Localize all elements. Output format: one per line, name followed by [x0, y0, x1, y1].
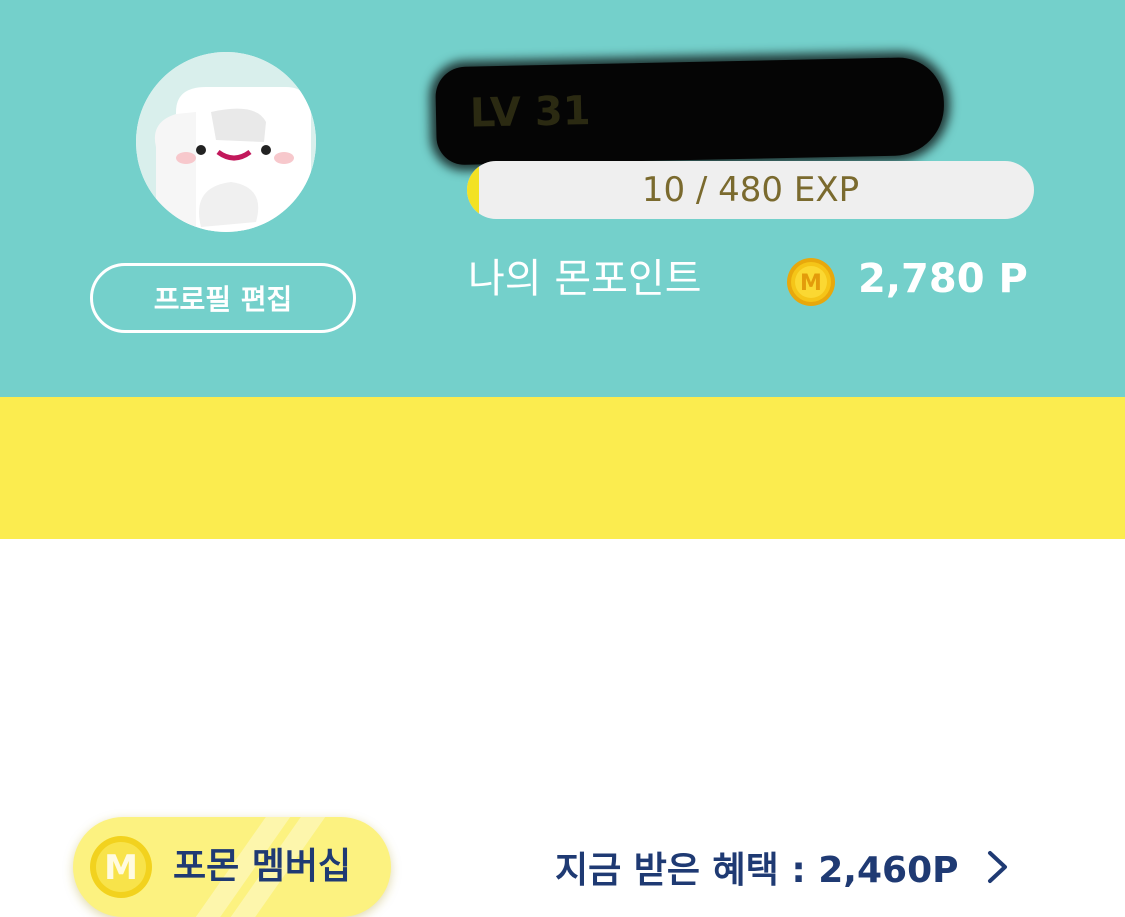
- benefit-link[interactable]: 지금 받은 혜택 : 2,460P: [555, 837, 1011, 897]
- m-coin-icon: M: [90, 836, 152, 898]
- svg-text:M: M: [800, 271, 822, 296]
- edit-profile-button[interactable]: 프로필 편집: [90, 263, 356, 333]
- edit-profile-label: 프로필 편집: [153, 283, 293, 316]
- my-points-value: 2,780 P: [858, 256, 1028, 302]
- membership-label: 포몬 멤버십: [173, 846, 352, 887]
- benefit-text: 지금 받은 혜택 : 2,460P: [555, 850, 959, 891]
- tooth-character-icon: [136, 52, 316, 232]
- username-redacted: LV 31: [435, 56, 945, 166]
- membership-banner: M 포몬 멤버십 지금 받은 혜택 : 2,460P: [0, 397, 1125, 917]
- chevron-right-icon: [987, 851, 1007, 883]
- level-username: LV 31: [469, 88, 591, 137]
- m-coin-icon: M: [787, 258, 835, 306]
- profile-header: 프로필 편집 LV 31 10 / 480 EXP 나의 몬포인트 M 2,78…: [0, 0, 1125, 397]
- my-points-label: 나의 몬포인트: [468, 256, 702, 302]
- exp-progress-text: 10 / 480 EXP: [641, 170, 860, 210]
- profile-avatar[interactable]: [136, 52, 316, 232]
- exp-progress-bar: 10 / 480 EXP: [467, 161, 1034, 219]
- svg-text:M: M: [104, 848, 138, 888]
- membership-button[interactable]: M 포몬 멤버십: [73, 817, 391, 917]
